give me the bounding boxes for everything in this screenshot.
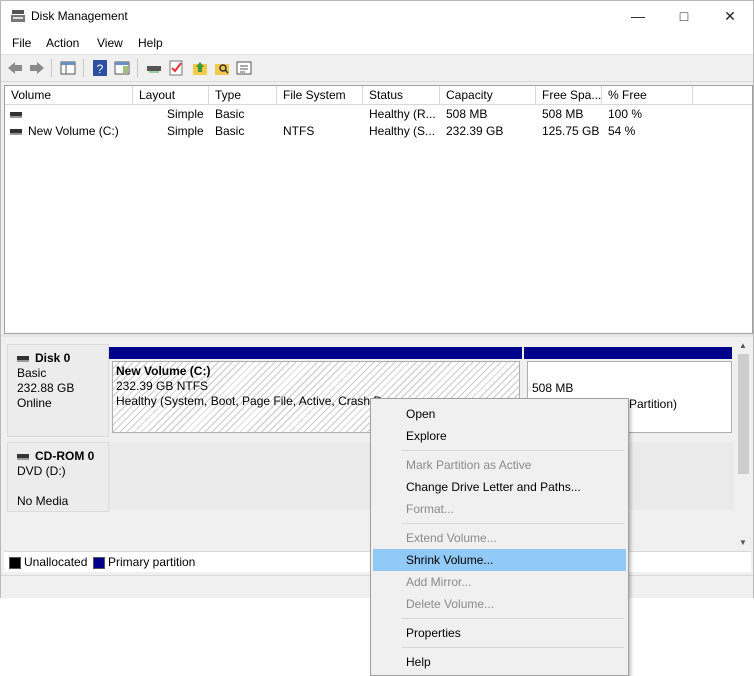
drive-icon bbox=[10, 111, 22, 118]
title-bar: Disk Management — □ ✕ bbox=[1, 1, 753, 32]
disk-state: Online bbox=[17, 396, 52, 410]
scroll-up-icon[interactable]: ▲ bbox=[739, 341, 747, 350]
disk-state: No Media bbox=[17, 494, 69, 508]
disk-0-label[interactable]: Disk 0 Basic 232.88 GB Online bbox=[7, 344, 109, 437]
console-tree-icon[interactable] bbox=[59, 59, 77, 77]
disk-map-scrollbar[interactable]: ▲ ▼ bbox=[736, 338, 751, 551]
search-folder-icon[interactable] bbox=[213, 59, 231, 77]
capacity-cell: 232.39 GB bbox=[446, 124, 504, 138]
menu-file[interactable]: File bbox=[12, 36, 31, 50]
column-header-free-space[interactable]: Free Spa... bbox=[536, 86, 602, 105]
forward-arrow-icon[interactable] bbox=[28, 59, 46, 77]
volume-list: Volume Layout Type File System Status Ca… bbox=[4, 85, 753, 334]
properties-icon[interactable] bbox=[235, 59, 253, 77]
menu-separator bbox=[402, 450, 624, 451]
table-row[interactable]: Simple Basic Healthy (R... 508 MB 508 MB… bbox=[5, 105, 752, 122]
partition-bar-system bbox=[524, 347, 732, 359]
toolbar-separator bbox=[137, 59, 138, 77]
menu-separator bbox=[402, 523, 624, 524]
menu-item-help[interactable]: Help bbox=[373, 651, 626, 673]
back-arrow-icon[interactable] bbox=[6, 59, 24, 77]
partition-name: New Volume (C:) bbox=[116, 364, 211, 378]
menu-item-open[interactable]: Open bbox=[373, 403, 626, 425]
partition-detail: 232.39 GB NTFS bbox=[116, 379, 209, 393]
percent-free-cell: 54 % bbox=[608, 124, 636, 138]
menu-item-delete-volume[interactable]: Delete Volume... bbox=[373, 593, 626, 615]
layout-cell: Simple bbox=[167, 124, 204, 138]
volume-cell bbox=[10, 107, 28, 121]
column-header-type[interactable]: Type bbox=[209, 86, 277, 105]
disk-icon bbox=[17, 355, 29, 362]
menu-item-mark-active[interactable]: Mark Partition as Active bbox=[373, 454, 626, 476]
legend-primary-partition: Primary partition bbox=[108, 555, 196, 569]
partition-status: Healthy (System, Boot, Page File, Active… bbox=[116, 394, 383, 408]
drive-icon bbox=[10, 128, 22, 135]
folder-up-icon[interactable] bbox=[191, 59, 209, 77]
cdrom-icon bbox=[17, 453, 29, 460]
action-pane-icon[interactable] bbox=[113, 59, 131, 77]
menu-separator bbox=[402, 618, 624, 619]
help-icon[interactable]: ? bbox=[91, 59, 109, 77]
column-header-layout[interactable]: Layout bbox=[133, 86, 209, 105]
menu-item-change-drive-letter[interactable]: Change Drive Letter and Paths... bbox=[373, 476, 626, 498]
file-system-cell: NTFS bbox=[283, 124, 315, 138]
legend-unallocated: Unallocated bbox=[24, 555, 88, 569]
context-menu: Open Explore Mark Partition as Active Ch… bbox=[370, 398, 629, 676]
disk-name: Disk 0 bbox=[17, 351, 74, 366]
partition-bar-c bbox=[109, 347, 522, 359]
close-button[interactable]: ✕ bbox=[707, 1, 753, 32]
disk-type: DVD (D:) bbox=[17, 464, 66, 478]
maximize-button[interactable]: □ bbox=[661, 1, 707, 32]
type-cell: Basic bbox=[215, 107, 245, 121]
type-cell: Basic bbox=[215, 124, 245, 138]
connect-disk-icon[interactable] bbox=[145, 59, 163, 77]
menu-bar: File Action View Help bbox=[1, 32, 753, 55]
menu-item-add-mirror[interactable]: Add Mirror... bbox=[373, 571, 626, 593]
cdrom-0-label[interactable]: CD-ROM 0 DVD (D:) No Media bbox=[7, 442, 109, 512]
menu-item-shrink-volume[interactable]: Shrink Volume... bbox=[373, 549, 626, 571]
column-header-file-system[interactable]: File System bbox=[277, 86, 363, 105]
column-header-filler bbox=[693, 86, 752, 105]
toolbar: ? bbox=[1, 55, 753, 82]
disk-type: Basic bbox=[17, 366, 47, 380]
svg-text:?: ? bbox=[97, 62, 104, 76]
menu-item-extend-volume[interactable]: Extend Volume... bbox=[373, 527, 626, 549]
status-cell: Healthy (R... bbox=[369, 107, 436, 121]
toolbar-separator bbox=[51, 59, 52, 77]
minimize-button[interactable]: — bbox=[615, 1, 661, 32]
window-title: Disk Management bbox=[31, 9, 128, 23]
menu-separator bbox=[402, 647, 624, 648]
layout-cell: Simple bbox=[167, 107, 204, 121]
disk-management-icon bbox=[11, 10, 25, 22]
scroll-thumb[interactable] bbox=[738, 354, 749, 474]
unallocated-swatch bbox=[9, 557, 21, 569]
partition-status: Partition) bbox=[629, 397, 678, 411]
menu-item-explore[interactable]: Explore bbox=[373, 425, 626, 447]
pane-splitter[interactable] bbox=[1, 334, 753, 337]
disk-name: CD-ROM 0 bbox=[17, 449, 94, 464]
capacity-cell: 508 MB bbox=[446, 107, 488, 121]
column-header-volume[interactable]: Volume bbox=[5, 86, 133, 105]
toolbar-separator bbox=[83, 59, 84, 77]
menu-action[interactable]: Action bbox=[46, 36, 79, 50]
menu-help[interactable]: Help bbox=[138, 36, 163, 50]
disk-size: 232.88 GB bbox=[17, 381, 75, 395]
menu-item-properties[interactable]: Properties bbox=[373, 622, 626, 644]
column-header-capacity[interactable]: Capacity bbox=[440, 86, 536, 105]
free-space-cell: 125.75 GB bbox=[542, 124, 600, 138]
column-header-status[interactable]: Status bbox=[363, 86, 440, 105]
volume-cell: New Volume (C:) bbox=[10, 124, 119, 138]
scroll-down-icon[interactable]: ▼ bbox=[739, 538, 747, 547]
status-cell: Healthy (S... bbox=[369, 124, 436, 138]
table-row[interactable]: New Volume (C:) Simple Basic NTFS Health… bbox=[5, 122, 752, 139]
checklist-icon[interactable] bbox=[167, 59, 185, 77]
menu-view[interactable]: View bbox=[97, 36, 123, 50]
column-header-percent-free[interactable]: % Free bbox=[602, 86, 693, 105]
partition-size: 508 MB bbox=[532, 381, 574, 395]
free-space-cell: 508 MB bbox=[542, 107, 584, 121]
primary-partition-swatch bbox=[93, 557, 105, 569]
menu-item-format[interactable]: Format... bbox=[373, 498, 626, 520]
percent-free-cell: 100 % bbox=[608, 107, 643, 121]
